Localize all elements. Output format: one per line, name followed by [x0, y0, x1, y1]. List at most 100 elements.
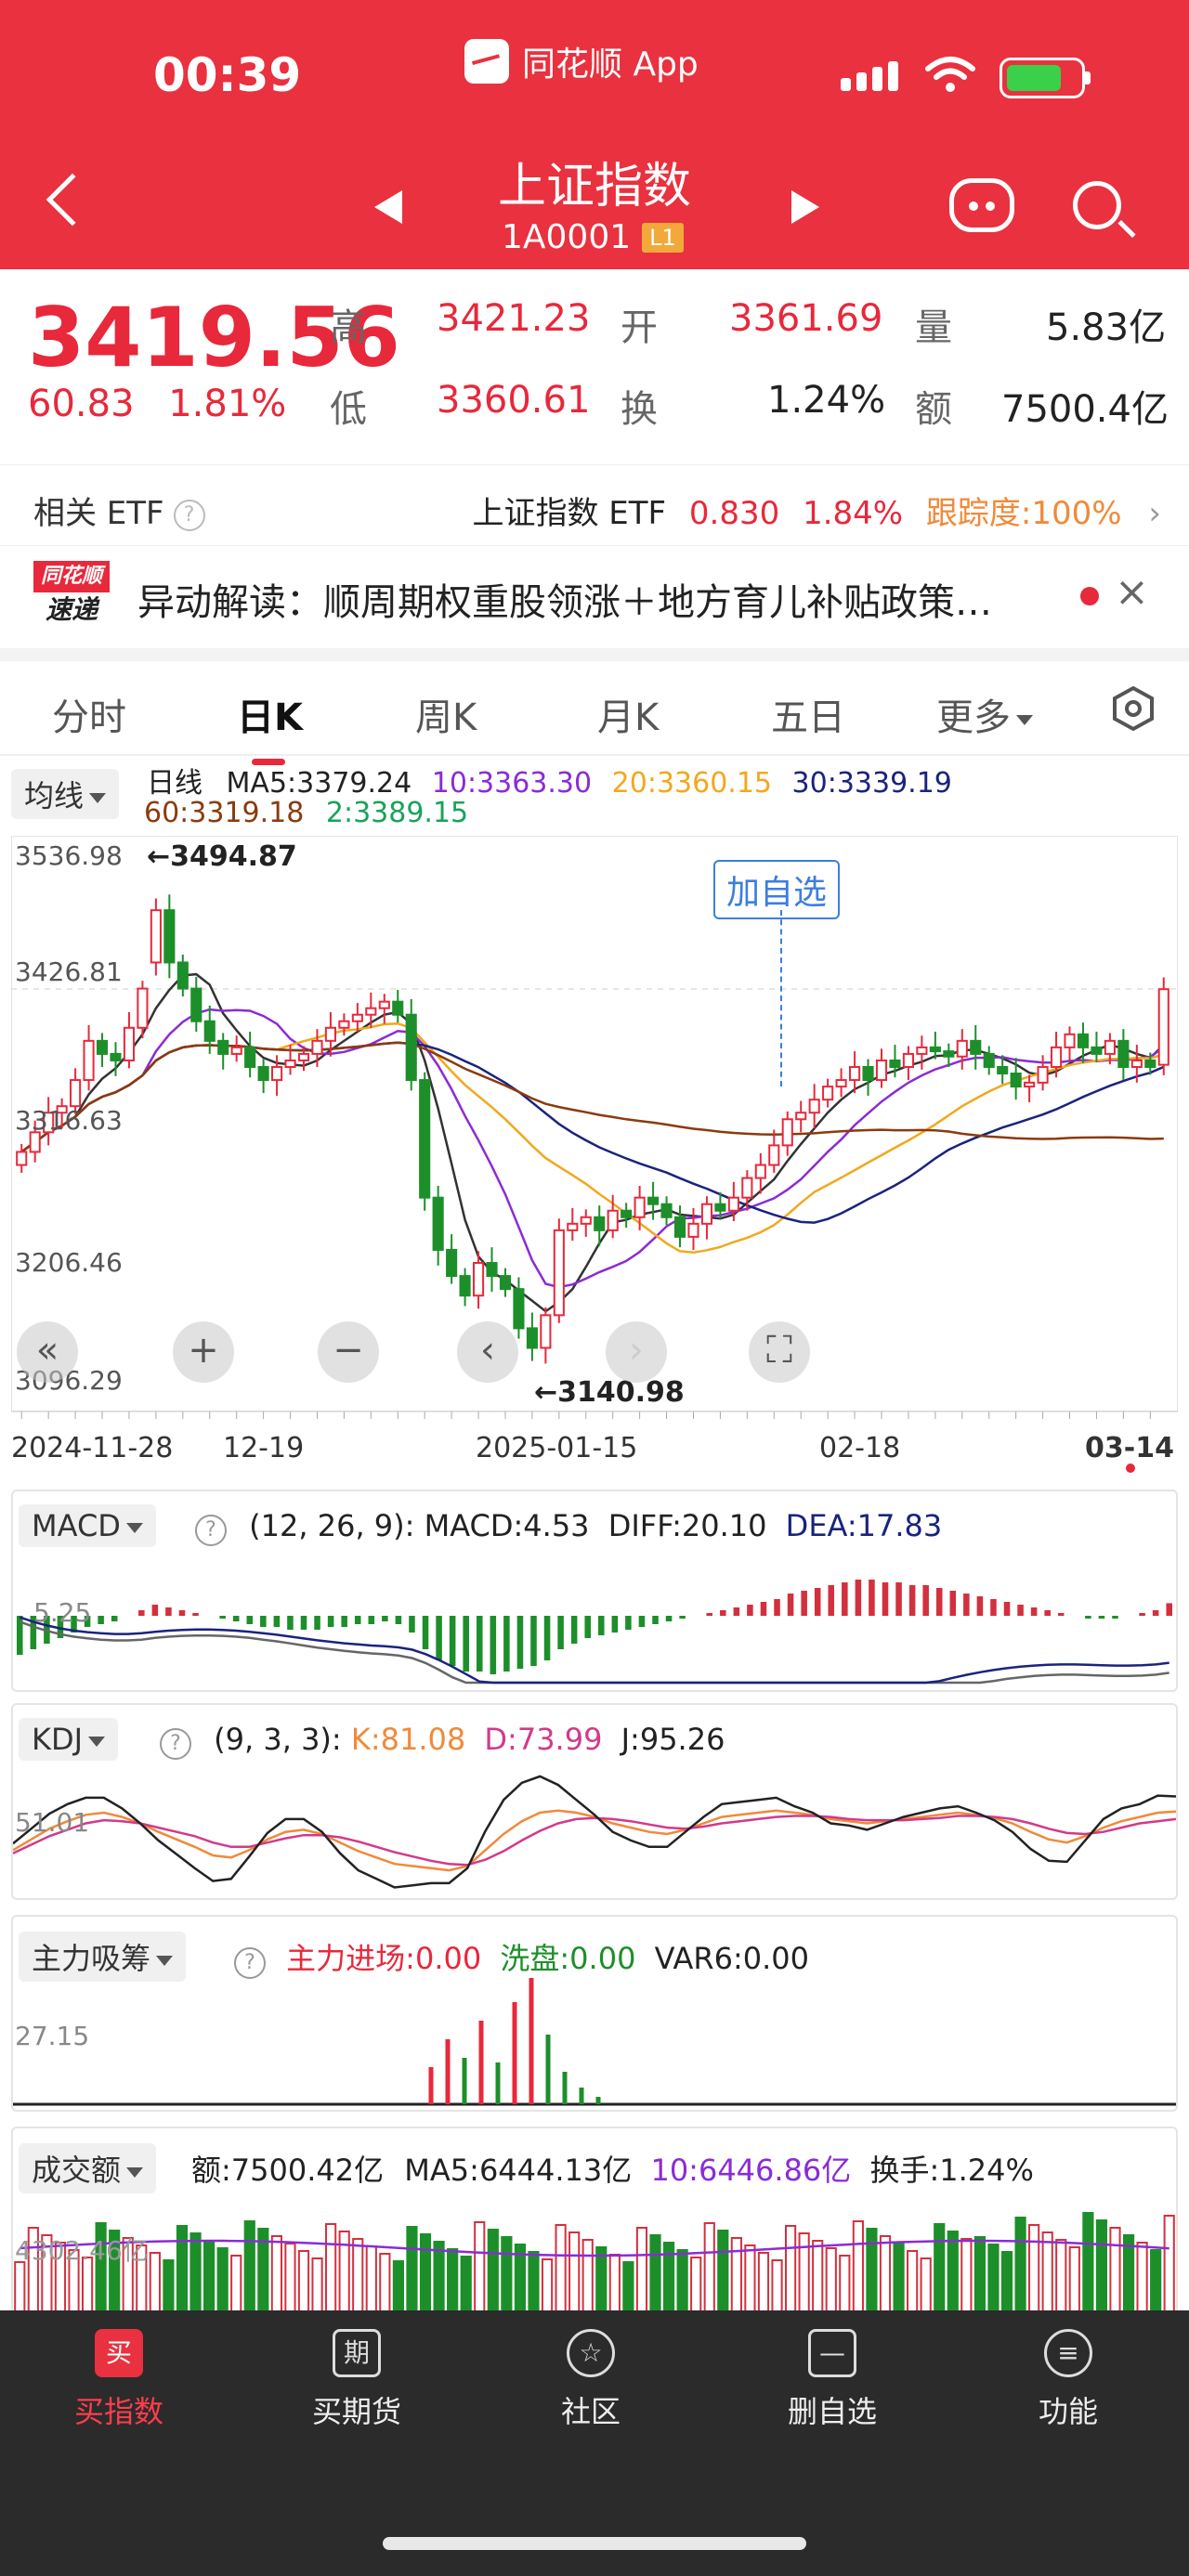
zoom-out-icon[interactable]: − — [318, 1321, 379, 1383]
candle-body — [1144, 1059, 1156, 1068]
volume-label: 量 — [915, 306, 952, 349]
header-bar: 00:39 同花顺 App 上证指数 1A0001 L1 — [0, 0, 1189, 269]
caret-down-icon — [89, 792, 107, 803]
x-tick-2: 12-19 — [223, 1432, 305, 1464]
next-stock-icon[interactable] — [791, 190, 819, 224]
fullscreen-icon[interactable]: ⛶ — [749, 1321, 810, 1383]
settings-hex-icon[interactable] — [1110, 685, 1156, 732]
ma-legend-row2: 60:3319.18 2:3389.15 — [144, 797, 468, 829]
nav-buy-futures[interactable]: 期 买期货 — [282, 2329, 431, 2431]
amount-select-label: 成交额 — [32, 2153, 122, 2188]
search-icon[interactable] — [1073, 181, 1121, 229]
candle-body — [727, 1196, 739, 1212]
candle-body — [338, 1020, 350, 1029]
ma10-label: 10:3363.30 — [431, 767, 593, 800]
nav-buy-index[interactable]: 买 买指数 — [45, 2329, 193, 2431]
candle-body — [230, 1046, 242, 1055]
caret-down-icon — [1016, 714, 1033, 725]
divider — [0, 648, 1189, 661]
amount-value-label: 额:7500.42亿 — [191, 2153, 385, 2188]
etf-info: 上证指数 ETF 0.830 1.84% 跟踪度:100% › — [472, 488, 1161, 533]
help-icon[interactable]: ? — [173, 499, 205, 531]
main-force-select[interactable]: 主力吸筹 — [19, 1932, 187, 1982]
indicator-select[interactable]: 均线 — [11, 769, 120, 819]
candle-body — [1104, 1039, 1116, 1055]
candle-body — [472, 1262, 485, 1297]
zoom-in-icon[interactable]: + — [173, 1321, 234, 1383]
related-etf-label-wrap: 相关 ETF? — [33, 488, 205, 533]
nav-remove-watch[interactable]: — 删自选 — [758, 2329, 907, 2431]
candle-body — [486, 1262, 498, 1278]
candle-body — [176, 961, 189, 990]
kdj-select-label: KDJ — [32, 1722, 84, 1757]
nav-community[interactable]: ☆ 社区 — [516, 2329, 665, 2431]
nav-functions[interactable]: ≡ 功能 — [994, 2329, 1143, 2431]
tab-five-day[interactable]: 五日 — [771, 687, 845, 741]
main-force-chart — [13, 1978, 1176, 2106]
candle-body — [190, 987, 203, 1022]
step-left-icon[interactable]: ‹ — [457, 1321, 518, 1383]
stock-code-text: 1A0001 — [502, 218, 632, 256]
help-icon[interactable]: ? — [234, 1947, 266, 1979]
kline-chart[interactable] — [11, 836, 1178, 1412]
tab-weekly-k[interactable]: 周K — [415, 687, 477, 741]
kdj-select[interactable]: KDJ — [19, 1718, 119, 1761]
volume-value: 5.83亿 — [1046, 306, 1167, 349]
stock-code: 1A0001 L1 — [502, 218, 684, 256]
amount-ma10: 10:6446.86亿 — [650, 2153, 852, 2188]
news-logo-bottom: 速递 — [45, 594, 98, 625]
macd-select[interactable]: MACD — [19, 1504, 156, 1547]
candle-body — [1077, 1033, 1090, 1048]
scroll-left-icon[interactable]: « — [17, 1321, 78, 1383]
high-value: 3421.23 — [437, 297, 591, 340]
candle-body — [956, 1039, 968, 1058]
x-tick-3: 2025-01-15 — [476, 1432, 638, 1464]
open-label: 开 — [621, 306, 658, 349]
low-label: 低 — [330, 388, 367, 431]
divider — [0, 754, 1189, 756]
nav-buy-futures-label: 买期货 — [311, 2394, 401, 2429]
main-force-select-label: 主力吸筹 — [32, 1941, 151, 1976]
community-icon: ☆ — [567, 2329, 615, 2377]
open-value: 3361.69 — [729, 297, 883, 340]
help-icon[interactable]: ? — [160, 1728, 191, 1760]
candle-body — [284, 1059, 296, 1068]
tab-daily-k[interactable]: 日K — [237, 687, 303, 765]
ma5-label: MA5:3379.24 — [226, 767, 412, 800]
tab-more[interactable]: 更多 — [936, 687, 1033, 741]
d-value: D:73.99 — [484, 1722, 603, 1757]
close-icon[interactable]: × — [1115, 568, 1149, 616]
j-value: J:95.26 — [621, 1722, 725, 1757]
news-banner[interactable]: 同花顺 速递 异动解读：顺周期权重股领涨＋地方育儿补贴政策… — [0, 548, 1189, 641]
candle-body — [1064, 1033, 1076, 1048]
news-headline[interactable]: 异动解读：顺周期权重股领涨＋地方育儿补贴政策… — [137, 572, 1048, 626]
x-tick-4: 02-18 — [819, 1432, 901, 1464]
indicator-select-label: 均线 — [24, 778, 85, 813]
candle-body — [1130, 1059, 1143, 1068]
help-icon[interactable]: ? — [195, 1515, 227, 1546]
candle-body — [889, 1059, 901, 1068]
change-value: 60.83 — [28, 383, 135, 425]
kdj-j-line — [13, 1775, 1176, 1889]
candle-body — [567, 1222, 579, 1231]
low-marker: ←3140.98 — [534, 1376, 685, 1409]
candle-body — [150, 909, 162, 964]
candle-body — [1010, 1073, 1022, 1088]
assistant-robot-icon[interactable] — [949, 178, 1014, 232]
candle-body — [634, 1196, 646, 1218]
step-right-icon[interactable]: › — [606, 1321, 667, 1383]
nav-buy-index-label: 买指数 — [73, 2394, 163, 2429]
tab-monthly-k[interactable]: 月K — [597, 687, 659, 741]
tab-intraday[interactable]: 分时 — [52, 687, 126, 741]
ma60-label: 60:3319.18 — [144, 797, 305, 829]
unread-dot-icon — [1080, 587, 1099, 605]
candle-body — [297, 1052, 310, 1061]
candle-body — [123, 1026, 136, 1061]
candle-body — [405, 1013, 417, 1082]
add-watchlist-button[interactable]: 加自选 — [713, 860, 841, 919]
amount-select[interactable]: 成交额 — [19, 2143, 157, 2193]
candle-body — [594, 1216, 606, 1231]
related-etf-row[interactable]: 相关 ETF? 上证指数 ETF 0.830 1.84% 跟踪度:100% › — [0, 464, 1189, 546]
ma2-label: 2:3389.15 — [325, 797, 469, 829]
battery-icon — [1000, 58, 1091, 98]
